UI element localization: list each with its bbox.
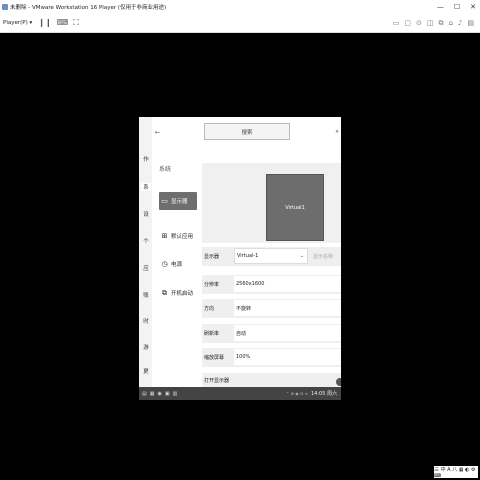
player-toolbar: Player(P) ▾ ❙❙ ⌨ ⛶ ▭ ▢ ⊙ ◫ ⧉ ⌂ ♪ ▤	[0, 13, 480, 33]
nav-item-default-apps[interactable]: ⊞ 默认应用	[159, 227, 197, 245]
refresh-row: 刷新率 自动	[202, 324, 341, 343]
nav-item-label: 默认应用	[171, 234, 194, 240]
display-select-value: Virtual-1	[237, 253, 259, 259]
taskbar-app-icon[interactable]: ▣	[165, 391, 170, 397]
open-display-label: 打开显示器	[204, 378, 230, 384]
tray-icons[interactable]: ⌃ ⊕ ◉ ⊟ ≡	[286, 391, 308, 396]
device-icons: ▭ ▢ ⊙ ◫ ⧉ ⌂ ♪ ▤	[393, 13, 474, 33]
display-label: 显示器	[204, 254, 220, 260]
startup-icon: ⧉	[162, 288, 167, 297]
taskbar-app-icon[interactable]: ▦	[150, 391, 155, 397]
nav-item-startup[interactable]: ⧉ 开机启动	[159, 284, 197, 302]
device-icon[interactable]: ▤	[467, 19, 474, 27]
back-arrow-icon[interactable]: ←	[155, 129, 160, 136]
pause-icon[interactable]: ❙❙	[38, 18, 51, 27]
close-icon[interactable]: ×	[335, 129, 339, 135]
scale-label: 缩放屏幕	[204, 355, 225, 361]
strip-item[interactable]: 时	[141, 317, 151, 325]
monitor-tile[interactable]: Virtual1	[266, 174, 324, 241]
refresh-select[interactable]: 自动	[234, 325, 341, 341]
power-icon: ◷	[161, 259, 168, 268]
nav-item-label: 电源	[171, 262, 183, 268]
taskbar: ▤ ▦ ◉ ▣ ▥ ⌃ ⊕ ◉ ⊟ ≡ 14:05 周六	[139, 387, 341, 400]
scale-row: 缩放屏幕 100%	[202, 348, 341, 367]
strip-item-active[interactable]: 系	[141, 183, 151, 191]
taskbar-app-icon[interactable]: ◉	[157, 391, 161, 397]
device-icon[interactable]: ◫	[427, 19, 434, 27]
window-titlebar: 未删除 - VMware Workstation 16 Player (仅用于非…	[0, 0, 480, 13]
resolution-label: 分辨率	[204, 282, 220, 288]
device-icon[interactable]: ⊙	[416, 19, 422, 27]
strip-item[interactable]: 更	[141, 367, 151, 375]
device-icon[interactable]: ⌂	[448, 19, 452, 27]
taskbar-app-icon[interactable]: ▥	[173, 391, 178, 397]
strip-item[interactable]: 应	[141, 264, 151, 272]
window-controls: — ☐ ✕	[437, 0, 476, 13]
ime-toolbar[interactable]: 三 中 A 八 ▦ ◐ ⚙ ⌨	[434, 466, 478, 479]
fullscreen-icon[interactable]: ⛶	[73, 18, 79, 28]
vmware-app-icon	[2, 3, 8, 10]
section-title: 系统	[159, 166, 172, 173]
chevron-down-icon: ⌄	[299, 253, 304, 259]
player-menu-button[interactable]: Player(P) ▾	[3, 20, 32, 26]
launcher-icon[interactable]: ▤	[142, 391, 147, 397]
orientation-select[interactable]: 不旋转	[234, 300, 341, 316]
identify-button[interactable]: 显示名称	[313, 253, 333, 260]
nav-item-label: 开机启动	[171, 291, 194, 297]
strip-item[interactable]: 设	[141, 210, 151, 218]
settings-category-strip: 作 系 设 个 应 账 时 游 更	[139, 117, 152, 387]
clock[interactable]: 14:05 周六	[311, 390, 337, 397]
monitor-icon: ▭	[161, 196, 168, 205]
orientation-label: 方向	[204, 306, 215, 312]
device-icon[interactable]: ▭	[393, 19, 400, 27]
system-tray: ⌃ ⊕ ◉ ⊟ ≡ 14:05 周六	[286, 387, 337, 400]
display-select[interactable]: Virtual-1 ⌄	[234, 248, 308, 264]
apps-icon: ⊞	[161, 231, 168, 240]
window-title: 未删除 - VMware Workstation 16 Player (仅用于非…	[10, 4, 167, 11]
display-row: 显示器 Virtual-1 ⌄ 显示名称	[202, 247, 341, 266]
close-button[interactable]: ✕	[470, 3, 476, 11]
resolution-select[interactable]: 2560x1600	[234, 276, 341, 292]
strip-item[interactable]: 作	[141, 155, 151, 163]
strip-item[interactable]: 个	[141, 237, 151, 245]
open-display-row: 打开显示器	[202, 373, 341, 387]
nav-item-display[interactable]: ▭ 显示器	[159, 192, 197, 210]
nav-item-power[interactable]: ◷ 电源	[159, 255, 197, 273]
scale-select[interactable]: 100%	[234, 349, 341, 365]
refresh-label: 刷新率	[204, 331, 220, 337]
strip-item[interactable]: 账	[141, 291, 151, 299]
minimize-button[interactable]: —	[437, 3, 444, 11]
orientation-row: 方向 不旋转	[202, 299, 341, 318]
send-keys-icon[interactable]: ⌨	[57, 18, 69, 27]
nav-item-label: 显示器	[171, 199, 188, 205]
resolution-row: 分辨率 2560x1600	[202, 275, 341, 294]
display-preview: Virtual1	[202, 163, 341, 243]
device-icon[interactable]: ▢	[404, 19, 411, 27]
device-icon[interactable]: ♪	[458, 19, 462, 27]
ime-toolbar-text: 三 中 A 八 ▦ ◐ ⚙ ⌨	[434, 466, 476, 479]
toggle-switch[interactable]	[336, 378, 341, 386]
search-input[interactable]: 搜索	[204, 123, 290, 140]
maximize-button[interactable]: ☐	[454, 3, 460, 11]
strip-item[interactable]: 游	[141, 343, 151, 351]
device-icon[interactable]: ⧉	[438, 19, 443, 28]
vm-screen[interactable]: 作 系 设 个 应 账 时 游 更 ← 系统 ▭ 显示器 ⊞ 默认应用 ◷ 电源…	[139, 117, 341, 400]
